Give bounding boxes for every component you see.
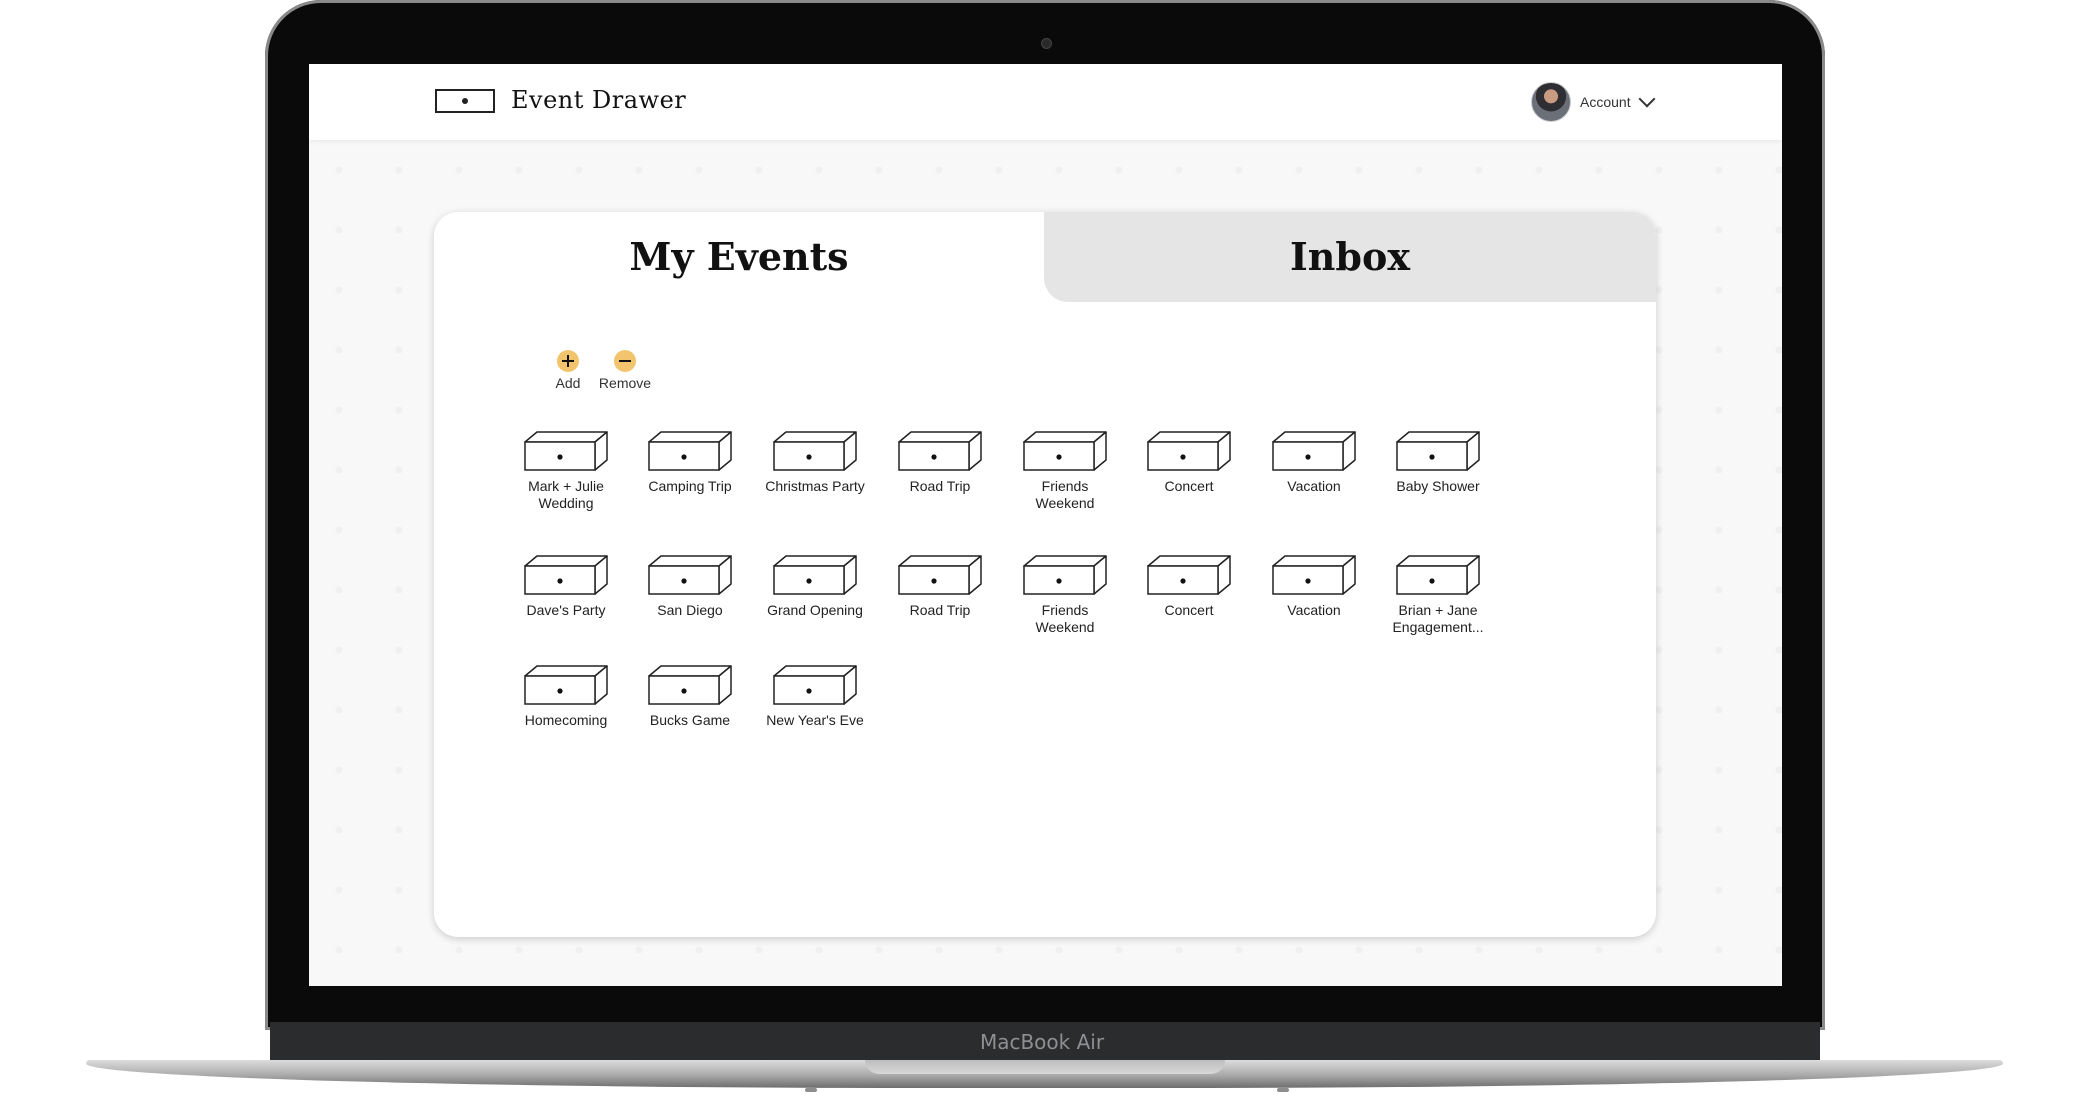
drawer-icon bbox=[501, 664, 631, 706]
tab-inbox-label: Inbox bbox=[1290, 234, 1410, 279]
screen: Event Drawer Account Inbox My Events Add… bbox=[309, 64, 1782, 986]
event-drawer[interactable]: New Year's Eve bbox=[750, 664, 880, 729]
event-drawer[interactable]: Friends Weekend bbox=[1000, 430, 1130, 512]
event-drawer[interactable]: San Diego bbox=[625, 554, 755, 619]
account-menu[interactable]: Account bbox=[1531, 82, 1656, 122]
laptop-foot bbox=[1277, 1088, 1289, 1092]
drawer-icon bbox=[1000, 430, 1130, 472]
event-drawer[interactable]: Road Trip bbox=[875, 554, 1005, 619]
drawer-icon bbox=[875, 430, 1005, 472]
event-drawer-label: Grand Opening bbox=[767, 602, 863, 618]
drawer-icon bbox=[625, 554, 755, 596]
drawer-icon bbox=[750, 430, 880, 472]
tab-my-events[interactable]: My Events bbox=[434, 212, 1044, 302]
avatar[interactable] bbox=[1531, 82, 1571, 122]
event-drawer-label: Vacation bbox=[1287, 478, 1341, 494]
event-drawer[interactable]: Road Trip bbox=[875, 430, 1005, 495]
event-drawer-label: Friends Weekend bbox=[1035, 602, 1095, 635]
drawer-logo-icon[interactable] bbox=[435, 89, 495, 113]
drawer-icon bbox=[501, 554, 631, 596]
event-drawer[interactable]: Mark + Julie Wedding bbox=[501, 430, 631, 512]
event-drawer[interactable]: Grand Opening bbox=[750, 554, 880, 619]
chevron-down-icon bbox=[1638, 90, 1656, 108]
event-drawer[interactable]: Dave's Party bbox=[501, 554, 631, 619]
event-drawer-label: Vacation bbox=[1287, 602, 1341, 618]
app-title[interactable]: Event Drawer bbox=[511, 86, 686, 114]
drawer-icon bbox=[1000, 554, 1130, 596]
drawer-icon bbox=[501, 430, 631, 472]
event-drawer[interactable]: Bucks Game bbox=[625, 664, 755, 729]
event-drawer-label: Baby Shower bbox=[1396, 478, 1480, 494]
event-drawer-label: Mark + Julie Wedding bbox=[528, 478, 604, 511]
event-drawer[interactable]: Concert bbox=[1124, 554, 1254, 619]
device-brand: MacBook Air bbox=[979, 1030, 1105, 1054]
event-drawer-label: Bucks Game bbox=[649, 712, 731, 728]
drawer-icon bbox=[1373, 430, 1503, 472]
event-drawer-label: Dave's Party bbox=[526, 602, 606, 618]
event-drawer-label: New Year's Eve bbox=[766, 712, 864, 728]
event-drawer-label: Concert bbox=[1164, 602, 1214, 618]
remove-label: Remove bbox=[598, 375, 652, 391]
event-drawer-label: Road Trip bbox=[909, 602, 971, 618]
drawer-icon bbox=[875, 554, 1005, 596]
drawer-icon bbox=[625, 664, 755, 706]
event-drawer[interactable]: Christmas Party bbox=[750, 430, 880, 495]
drawer-icon bbox=[1124, 554, 1254, 596]
drawer-icon bbox=[1124, 430, 1254, 472]
event-drawer-label: Road Trip bbox=[909, 478, 971, 494]
drawer-icon bbox=[750, 664, 880, 706]
drawer-icon bbox=[1373, 554, 1503, 596]
event-drawer-label: Friends Weekend bbox=[1035, 478, 1095, 511]
account-label: Account bbox=[1580, 94, 1631, 110]
drawer-icon bbox=[1249, 430, 1379, 472]
event-drawer[interactable]: Brian + Jane Engagement... bbox=[1373, 554, 1503, 636]
event-drawer-label: Homecoming bbox=[524, 712, 608, 728]
tab-my-events-label: My Events bbox=[629, 234, 849, 279]
event-drawer[interactable]: Homecoming bbox=[501, 664, 631, 729]
event-drawer-label: San Diego bbox=[657, 602, 723, 618]
plus-icon bbox=[557, 350, 579, 372]
event-drawer-label: Concert bbox=[1164, 478, 1214, 494]
drawer-icon bbox=[750, 554, 880, 596]
top-bar: Event Drawer Account bbox=[309, 64, 1782, 140]
drawer-icon bbox=[1249, 554, 1379, 596]
tab-inbox[interactable]: Inbox bbox=[1044, 212, 1656, 302]
base-notch bbox=[865, 1060, 1225, 1074]
event-drawer[interactable]: Friends Weekend bbox=[1000, 554, 1130, 636]
event-drawer-label: Christmas Party bbox=[765, 478, 865, 494]
event-drawer-label: Camping Trip bbox=[648, 478, 732, 494]
event-drawer[interactable]: Vacation bbox=[1249, 430, 1379, 495]
camera-icon bbox=[1041, 38, 1052, 49]
laptop-foot bbox=[805, 1088, 817, 1092]
event-drawer[interactable]: Baby Shower bbox=[1373, 430, 1503, 495]
drawer-icon bbox=[625, 430, 755, 472]
event-drawer-label: Brian + Jane Engagement... bbox=[1392, 602, 1484, 635]
event-drawer[interactable]: Camping Trip bbox=[625, 430, 755, 495]
remove-button[interactable]: Remove bbox=[590, 350, 660, 391]
event-drawer[interactable]: Concert bbox=[1124, 430, 1254, 495]
minus-icon bbox=[614, 350, 636, 372]
event-drawer[interactable]: Vacation bbox=[1249, 554, 1379, 619]
events-card: Inbox My Events Add Remove Mark + Julie … bbox=[434, 212, 1656, 937]
